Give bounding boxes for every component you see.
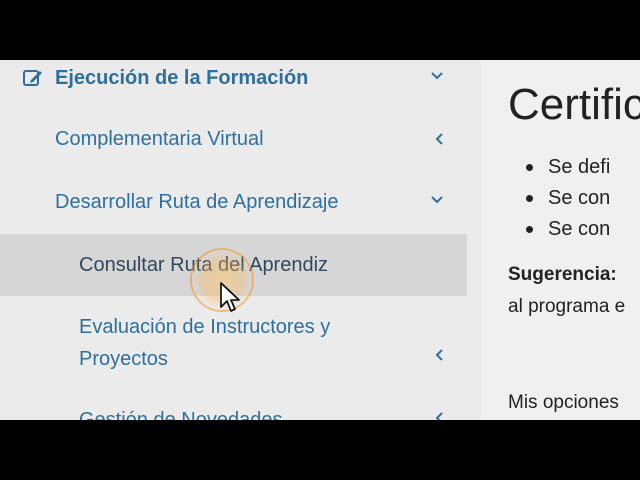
sidebar-subitem-label-line2: Proyectos bbox=[79, 348, 168, 370]
chevron-down-icon bbox=[429, 192, 445, 208]
suggestion-text: al programa e bbox=[508, 296, 626, 317]
app-viewport: Ejecución de la Formación Complementaria… bbox=[0, 60, 640, 420]
sidebar-subitem-gestion-novedades[interactable]: Gestión de Novedades bbox=[0, 404, 467, 420]
sidebar-section-label: Ejecución de la Formación bbox=[55, 67, 309, 89]
sidebar-item-label: Complementaria Virtual bbox=[55, 128, 264, 150]
mouse-pointer-icon bbox=[220, 282, 242, 314]
sidebar-item-label: Desarrollar Ruta de Aprendizaje bbox=[55, 191, 339, 213]
sidebar-nav: Ejecución de la Formación Complementaria… bbox=[0, 60, 482, 420]
sidebar-item-desarrollar-ruta[interactable]: Desarrollar Ruta de Aprendizaje bbox=[0, 186, 467, 218]
main-content: Certific Se defi Se con Se con Sugerenci… bbox=[482, 60, 640, 420]
edit-icon bbox=[22, 67, 44, 89]
sidebar-item-complementaria-virtual[interactable]: Complementaria Virtual bbox=[0, 123, 467, 155]
bullet-list: Se defi Se con Se con bbox=[526, 152, 610, 245]
chevron-left-icon bbox=[432, 131, 448, 147]
sidebar-subitem-label-line1: Evaluación de Instructores y bbox=[79, 316, 331, 338]
sidebar-subitem-label: Gestión de Novedades bbox=[79, 409, 283, 420]
page-title: Certific bbox=[508, 80, 640, 129]
options-text: Mis opciones bbox=[508, 392, 619, 413]
list-item: Se con bbox=[526, 214, 610, 245]
chevron-left-icon bbox=[432, 347, 448, 363]
sidebar-section-ejecucion[interactable]: Ejecución de la Formación bbox=[0, 62, 467, 94]
sidebar-subitem-evaluacion-instructores[interactable]: Evaluación de Instructores y Proyectos bbox=[0, 311, 467, 377]
suggestion-label: Sugerencia: bbox=[508, 264, 617, 285]
chevron-down-icon bbox=[429, 68, 445, 84]
list-item: Se con bbox=[526, 183, 610, 214]
chevron-left-icon bbox=[432, 410, 448, 420]
list-item: Se defi bbox=[526, 152, 610, 183]
